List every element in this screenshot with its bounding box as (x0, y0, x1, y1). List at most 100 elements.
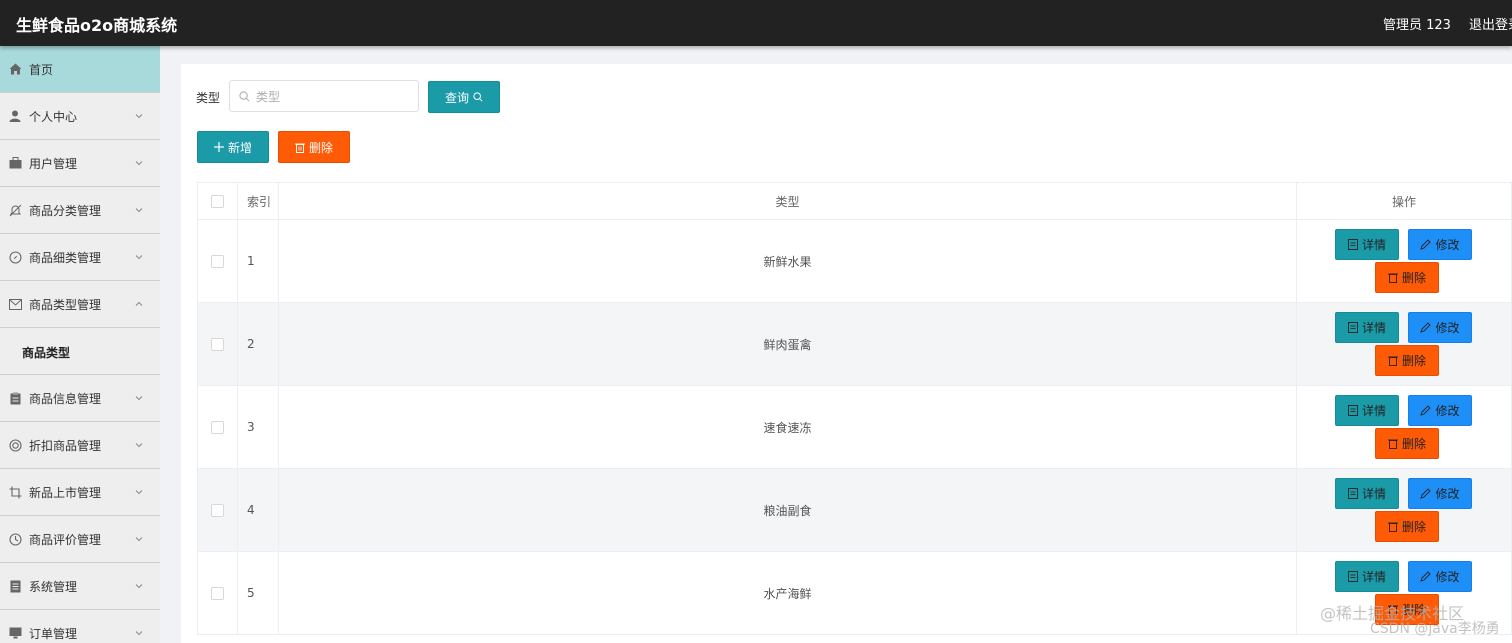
sidebar-item-8[interactable]: 新品上市管理 (0, 469, 160, 516)
sidebar-item-0[interactable]: 首页 (0, 46, 160, 93)
target-icon (8, 438, 22, 452)
sidebar-item-label: 商品信息管理 (29, 392, 102, 406)
edit-icon (1420, 239, 1432, 250)
sidebar-item-1[interactable]: 个人中心 (0, 93, 160, 140)
add-button-label: 新增 (227, 140, 252, 155)
edit-button-label: 修改 (1435, 487, 1460, 501)
edit-button-label: 修改 (1435, 321, 1460, 335)
edit-button[interactable]: 修改 (1408, 561, 1472, 592)
briefcase-icon (8, 156, 22, 170)
row-ops: 详情 修改删除 (1297, 469, 1512, 551)
row-checkbox-cell (197, 386, 238, 468)
edit-button[interactable]: 修改 (1408, 229, 1472, 260)
select-all-checkbox[interactable] (211, 194, 224, 208)
row-delete-button[interactable]: 删除 (1375, 262, 1439, 293)
crop-icon (8, 485, 22, 499)
detail-icon (1348, 571, 1358, 582)
row-index: 1 (238, 220, 279, 302)
sidebar-item-label: 商品类型管理 (29, 298, 102, 312)
logout-link[interactable]: 退出登录 (1469, 14, 1512, 33)
sidebar-item-label: 首页 (29, 63, 54, 77)
detail-button-label: 详情 (1361, 404, 1386, 418)
table-row: 3 速食速冻 详情 修改 删除 (197, 386, 1512, 469)
detail-icon (1348, 322, 1358, 333)
clipboard-icon (8, 391, 22, 405)
row-delete-button-label: 删除 (1401, 271, 1426, 285)
detail-button[interactable]: 详情 (1335, 478, 1399, 509)
detail-button[interactable]: 详情 (1335, 312, 1399, 343)
table-row: 4 粮油副食 详情 修改 删除 (197, 469, 1512, 552)
row-delete-button[interactable]: 删除 (1375, 428, 1439, 459)
chevron-down-icon (134, 627, 144, 637)
watermark-line2: CSDN @java李杨勇 (1370, 621, 1500, 637)
table-row: 1 新鲜水果 详情 修改删除 (197, 220, 1512, 303)
chevron-down-icon (134, 392, 144, 402)
row-ops-group: 详情 修改删除 (1297, 220, 1512, 302)
top-bar: 生鲜食品o2o商城系统 管理员 123 退出登录 (0, 0, 1512, 46)
plus-icon (213, 142, 224, 152)
sidebar-item-10[interactable]: 系统管理 (0, 563, 160, 610)
edit-button[interactable]: 修改 (1408, 478, 1472, 509)
row-delete-button[interactable]: 删除 (1375, 511, 1439, 542)
row-delete-button-label: 删除 (1401, 520, 1426, 534)
chevron-down-icon (134, 580, 144, 590)
chevron-down-icon (134, 439, 144, 449)
sidebar-item-label: 商品分类管理 (29, 204, 102, 218)
chevron-down-icon (134, 110, 144, 120)
sidebar-item-6[interactable]: 商品信息管理 (0, 375, 160, 422)
row-checkbox[interactable] (211, 254, 224, 268)
row-ops: 详情 修改删除 (1297, 303, 1512, 385)
sidebar-item-4[interactable]: 商品细类管理 (0, 234, 160, 281)
search-input[interactable] (254, 81, 418, 113)
detail-icon (1348, 488, 1358, 499)
sidebar-item-2[interactable]: 用户管理 (0, 140, 160, 187)
sidebar-item-label: 订单管理 (29, 627, 78, 641)
row-checkbox[interactable] (211, 503, 224, 517)
bell-off-icon (8, 203, 22, 217)
header-ops: 操作 (1297, 183, 1512, 219)
detail-button[interactable]: 详情 (1335, 395, 1399, 426)
trash-icon (1387, 272, 1398, 283)
sidebar-item-label: 用户管理 (29, 157, 78, 171)
row-checkbox-cell (197, 469, 238, 551)
edit-button[interactable]: 修改 (1408, 312, 1472, 343)
row-checkbox[interactable] (211, 420, 224, 434)
document-icon (8, 579, 22, 593)
row-type: 新鲜水果 (279, 220, 1297, 302)
table-body: 1 新鲜水果 详情 修改 删除 2 鲜肉蛋禽 详情 修改 删除 3 速食速冻 详情 修改 删除 4 粮油副食 详情… (197, 220, 1512, 635)
chevron-down-icon (134, 157, 144, 167)
row-delete-button[interactable]: 删除 (1375, 345, 1439, 376)
search-field[interactable] (229, 80, 419, 113)
sidebar-item-5[interactable]: 商品类型管理 (0, 281, 160, 328)
edit-icon (1420, 571, 1432, 582)
edit-button-label: 修改 (1435, 404, 1460, 418)
table-row: 5 水产海鲜 详情 修改 删除 (197, 552, 1512, 635)
submenu-item-goods-type[interactable]: 商品类型 (0, 328, 160, 375)
sidebar-item-11[interactable]: 订单管理 (0, 610, 160, 643)
detail-button[interactable]: 详情 (1335, 229, 1399, 260)
edit-button[interactable]: 修改 (1408, 395, 1472, 426)
batch-delete-button[interactable]: 删除 (278, 131, 350, 163)
query-button-label: 查询 (444, 90, 469, 105)
sidebar-item-9[interactable]: 商品评价管理 (0, 516, 160, 563)
edit-button-label: 修改 (1435, 238, 1460, 252)
chevron-up-icon (134, 298, 144, 308)
add-button[interactable]: 新增 (197, 131, 269, 163)
sidebar-item-7[interactable]: 折扣商品管理 (0, 422, 160, 469)
row-ops: 详情 修改删除 (1297, 220, 1512, 302)
row-checkbox[interactable] (211, 337, 224, 351)
row-checkbox-cell (197, 220, 238, 302)
detail-button-label: 详情 (1361, 238, 1386, 252)
table-header: 索引 类型 操作 (197, 183, 1512, 220)
row-ops-group: 详情 修改删除 (1297, 386, 1512, 468)
query-button[interactable]: 查询 (428, 81, 500, 113)
submenu-item-label: 商品类型 (22, 346, 71, 360)
header-checkbox-cell (197, 183, 238, 219)
detail-button[interactable]: 详情 (1335, 561, 1399, 592)
sidebar-item-3[interactable]: 商品分类管理 (0, 187, 160, 234)
edit-icon (1420, 488, 1432, 499)
edit-icon (1420, 405, 1432, 416)
clock-icon (8, 532, 22, 546)
table-row: 2 鲜肉蛋禽 详情 修改 删除 (197, 303, 1512, 386)
row-checkbox[interactable] (211, 586, 224, 600)
